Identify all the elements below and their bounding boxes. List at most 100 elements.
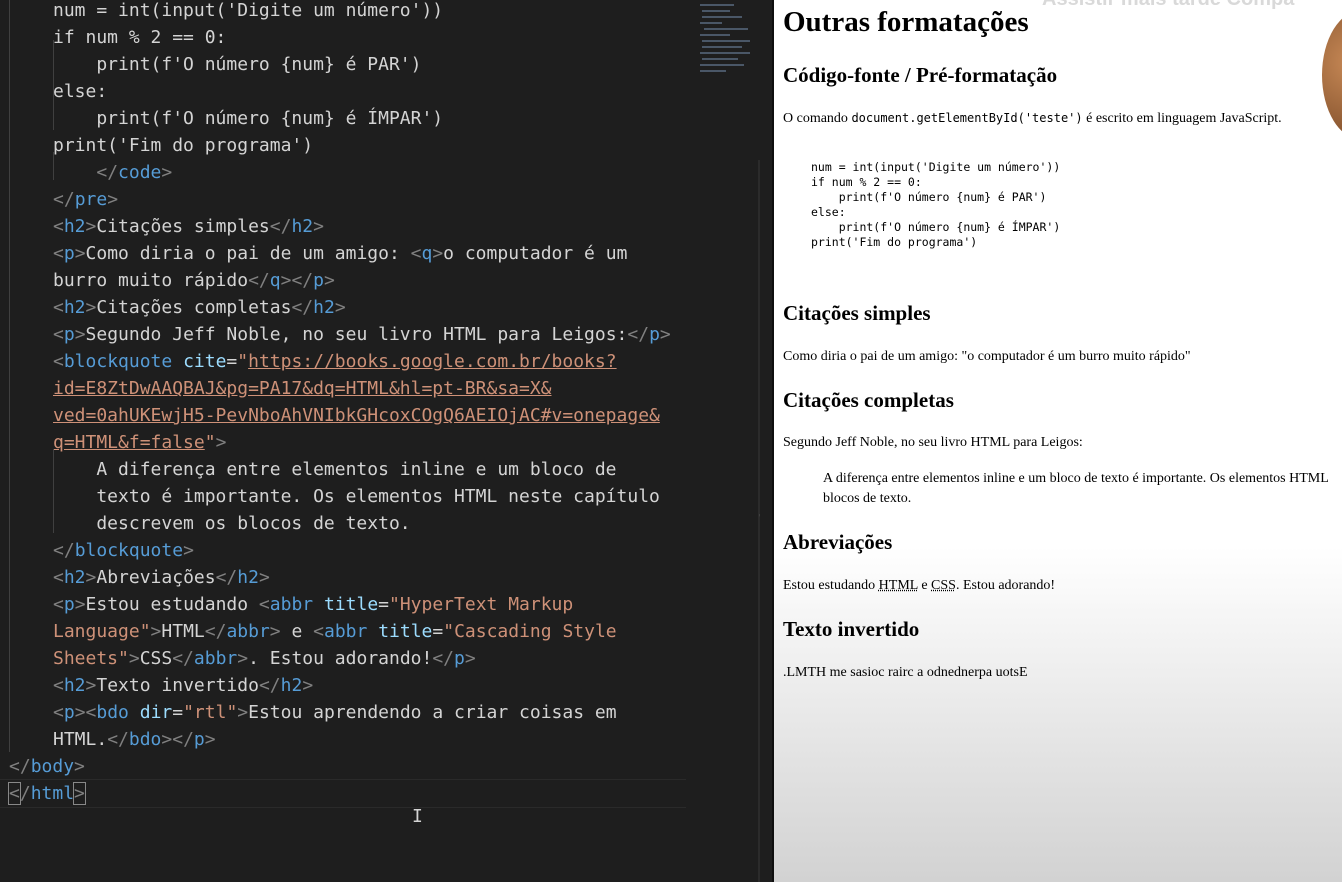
code-line[interactable]: num = int(input('Digite um número'))	[53, 0, 443, 24]
code-token: code	[118, 162, 162, 183]
code-token: </	[107, 729, 129, 750]
blockquote-line-2: blocos de texto.	[823, 491, 912, 506]
code-line[interactable]: print(f'O número {num} é PAR')	[53, 51, 421, 78]
code-token: if num % 2 == 0:	[53, 27, 227, 48]
code-token: HTML	[161, 621, 205, 642]
code-line[interactable]: </blockquote>	[53, 537, 194, 564]
code-line[interactable]: id=E8ZtDwAAQBAJ&pg=PA17&dq=HTML&hl=pt-BR…	[53, 375, 552, 402]
heading-codigo-fonte: Código-fonte / Pré-formatação	[783, 63, 1058, 87]
code-token: title	[378, 621, 433, 642]
paragraph-comando: O comando document.getElementById('teste…	[783, 111, 1282, 126]
abbr-css[interactable]: CSS	[931, 578, 956, 593]
video-overlay-title[interactable]: Assistir mais tarde Compa	[1042, 0, 1294, 11]
code-token: >	[302, 675, 314, 696]
code-token: abbr	[193, 648, 238, 669]
code-token: >	[85, 216, 97, 237]
code-line[interactable]: <blockquote cite="https://books.google.c…	[53, 348, 617, 375]
code-line[interactable]: <h2>Citações simples</h2>	[53, 213, 324, 240]
code-token: >	[74, 243, 86, 264]
code-token: Citações simples	[96, 216, 270, 237]
code-token: h2	[63, 297, 86, 318]
minimap[interactable]	[696, 0, 754, 78]
code-token: >	[73, 782, 86, 805]
code-token: burro muito rápido	[53, 270, 249, 291]
code-token: title	[323, 594, 379, 615]
code-token: </	[204, 621, 227, 642]
code-token: pre	[74, 189, 108, 210]
code-token: <	[53, 216, 64, 237]
code-token: Segundo Jeff Noble, no seu livro HTML pa…	[85, 324, 628, 345]
code-line[interactable]: <h2>Texto invertido</h2>	[53, 672, 313, 699]
code-line[interactable]: </pre>	[53, 186, 118, 213]
code-token: h2	[237, 567, 259, 588]
code-token: </	[96, 162, 119, 183]
code-line[interactable]: <p>Como diria o pai de um amigo: <q>o co…	[53, 240, 627, 267]
code-token: num = int(input('Digite um número'))	[53, 0, 444, 21]
code-token: bdo	[128, 729, 162, 750]
code-line[interactable]: HTML.</bdo></p>	[53, 726, 216, 753]
code-line[interactable]: if num % 2 == 0:	[53, 24, 226, 51]
code-token: >	[183, 540, 194, 561]
code-token: print(f'O número {num} é ÍMPAR')	[53, 108, 444, 129]
code-token: >	[323, 270, 335, 291]
code-line[interactable]: <p>Estou estudando <abbr title="HyperTex…	[53, 591, 573, 618]
code-token: >	[85, 297, 97, 318]
code-token: <	[53, 702, 64, 723]
abbr-html[interactable]: HTML	[879, 578, 918, 593]
code-token: >	[464, 648, 476, 669]
code-line[interactable]: </code>	[53, 159, 172, 186]
code-token: p	[193, 729, 205, 750]
code-token: Estou estudando	[85, 594, 259, 615]
indent-guide	[53, 152, 54, 180]
code-token: h2	[280, 675, 303, 696]
code-token: >	[74, 756, 85, 777]
code-token: =	[378, 594, 389, 615]
code-token: <	[53, 324, 64, 345]
code-token: "	[237, 351, 249, 372]
code-line[interactable]: </html>	[8, 780, 86, 807]
code-token: =	[432, 621, 444, 642]
code-token: >	[432, 243, 444, 264]
code-line[interactable]: <h2>Citações completas</h2>	[53, 294, 346, 321]
code-token: h2	[313, 297, 335, 318]
code-token: Sheets"	[53, 648, 129, 669]
code-token: abbr	[226, 621, 270, 642]
code-line[interactable]: </body>	[9, 753, 85, 780]
code-token: >	[150, 621, 162, 642]
paragraph-abreviacoes: Estou estudando HTML e CSS. Estou adoran…	[783, 578, 1056, 593]
code-line[interactable]: Sheets">CSS</abbr>. Estou adorando!</p>	[53, 645, 476, 672]
code-line[interactable]: <p><bdo dir="rtl">Estou aprendendo a cri…	[53, 699, 617, 726]
code-token: p	[454, 648, 465, 669]
code-line[interactable]: ved=0ahUKEwjH5-PevNboAhVNIbkGHcoxCOgQ6AE…	[53, 402, 660, 429]
code-token: blockquote	[63, 351, 173, 372]
code-token: "rtl"	[183, 702, 238, 723]
code-token: p	[63, 702, 75, 723]
code-line[interactable]: < p> Segundo Jeff Noble, no seu livro HTML…	[53, 321, 671, 348]
code-line[interactable]: descrevem os blocos de texto.	[53, 510, 410, 537]
preformatted-code: num = int(input('Digite um número')) if …	[811, 160, 1061, 249]
code-line[interactable]: print(f'O número {num} é ÍMPAR')	[53, 105, 443, 132]
code-token: p	[649, 324, 660, 345]
code-token: </	[53, 540, 75, 561]
code-token: Estou aprendendo a criar coisas em	[248, 702, 617, 723]
code-token: <	[53, 675, 64, 696]
code-token: >	[659, 324, 671, 345]
code-token: abbr	[324, 621, 368, 642]
paragraph-citacao: Como diria o pai de um amigo: "o computa…	[783, 349, 1191, 364]
code-line[interactable]: else:	[53, 78, 107, 105]
code-token: >	[107, 189, 119, 210]
code-line[interactable]: texto é importante. Os elementos HTML ne…	[53, 483, 660, 510]
code-line[interactable]: A diferença entre elementos inline e um …	[53, 456, 616, 483]
code-line[interactable]: Language">HTML</abbr> e <abbr title="Cas…	[53, 618, 617, 645]
code-token: >	[269, 621, 281, 642]
code-line[interactable]: burro muito rápido</q></p>	[53, 267, 335, 294]
code-line[interactable]: print('Fim do programa')	[53, 132, 313, 159]
code-token: h2	[63, 567, 86, 588]
code-line[interactable]: <h2>Abreviações</h2>	[53, 564, 270, 591]
code-editor[interactable]: num = int(input('Digite um número')) if n…	[0, 0, 760, 882]
code-token: ></	[161, 729, 194, 750]
code-token: abbr	[269, 594, 314, 615]
code-line[interactable]: q=HTML&f=false">	[53, 429, 226, 456]
indent-guide	[53, 40, 54, 130]
